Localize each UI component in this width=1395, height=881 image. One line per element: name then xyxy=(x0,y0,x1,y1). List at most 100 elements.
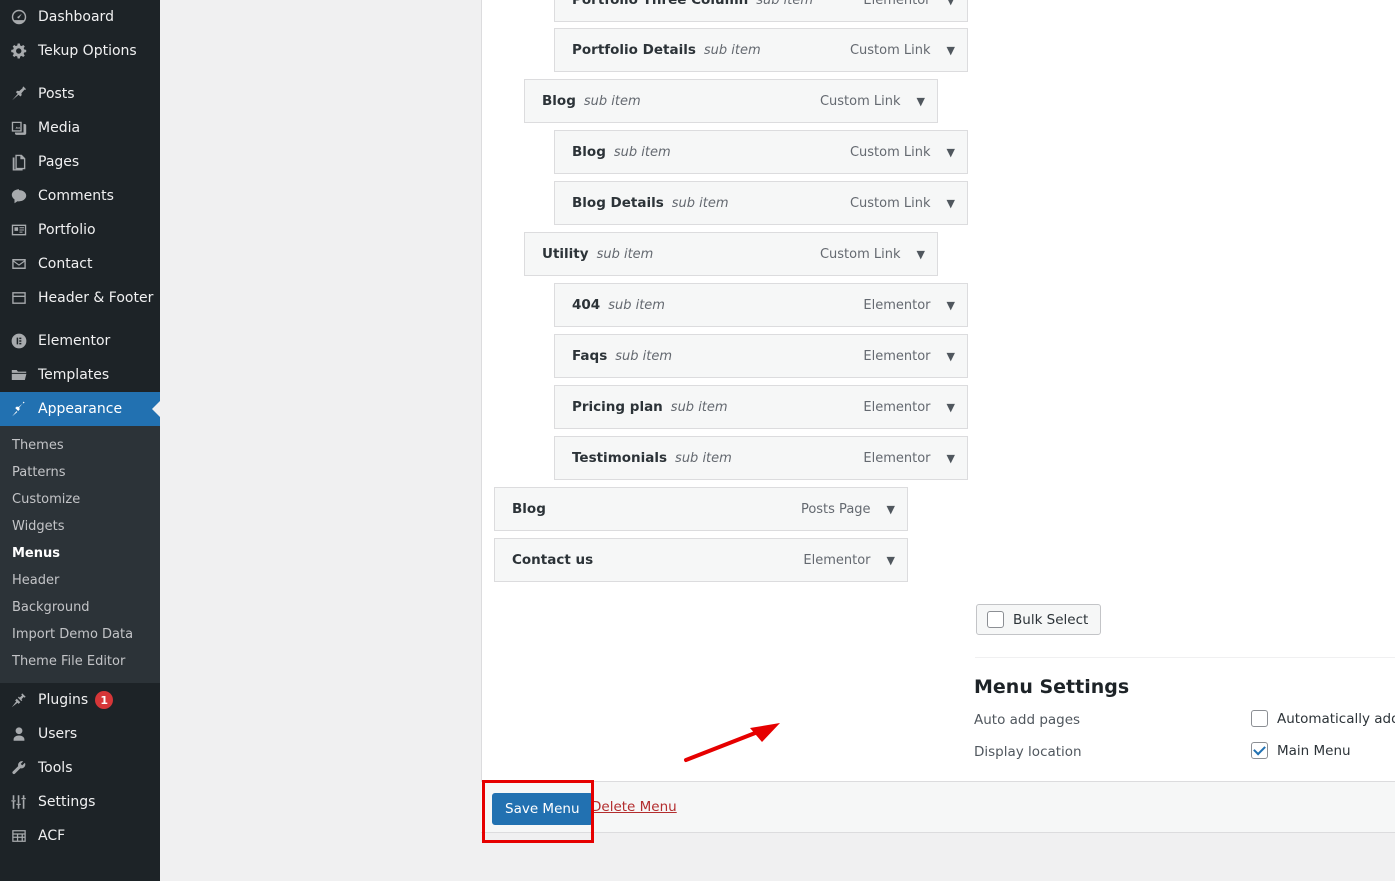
menu-item-title: Contact us xyxy=(512,552,594,568)
bulk-select-checkbox[interactable] xyxy=(987,611,1004,628)
sliders-icon xyxy=(10,792,34,812)
portfolio-icon xyxy=(10,220,34,240)
menu-item-row[interactable]: Blog sub item Custom Link ▼ xyxy=(524,79,938,123)
sidebar-item-tools[interactable]: Tools xyxy=(0,751,160,785)
display-location-option-label: Main Menu xyxy=(1277,742,1351,759)
layout-icon xyxy=(10,288,34,308)
admin-sidebar: Dashboard Tekup Options Posts Media Pages Com… xyxy=(0,0,160,881)
menu-item-meta: Elementor ▼ xyxy=(863,349,967,364)
menu-item-row[interactable]: Blog Details sub item Custom Link ▼ xyxy=(554,181,968,225)
sidebar-item-elementor[interactable]: Elementor xyxy=(0,324,160,358)
display-location-label: Display location xyxy=(974,744,1082,760)
sidebar-secondary-group: Plugins 1 Users Tools Settings ACF xyxy=(0,683,160,853)
folder-icon xyxy=(10,365,34,385)
sidebar-item-posts[interactable]: Posts xyxy=(0,77,160,111)
sidebar-item-label: Media xyxy=(38,120,81,136)
sidebar-item-appearance[interactable]: Appearance xyxy=(0,392,160,426)
user-icon xyxy=(10,724,34,744)
menu-item-sub-label: sub item xyxy=(596,246,654,262)
menu-item-type: Elementor xyxy=(863,0,931,8)
menu-settings-title: Menu Settings xyxy=(974,676,1130,698)
display-location-checkbox[interactable] xyxy=(1251,742,1268,759)
menu-item-sub-label: sub item xyxy=(583,93,641,109)
sidebar-item-dashboard[interactable]: Dashboard xyxy=(0,0,160,34)
submenu-item-patterns[interactable]: Patterns xyxy=(0,459,160,486)
sidebar-item-plugins[interactable]: Plugins 1 xyxy=(0,683,160,717)
pages-icon xyxy=(10,152,34,172)
menu-item-row[interactable]: Blog sub item Custom Link ▼ xyxy=(554,130,968,174)
sidebar-item-header-footer[interactable]: Header & Footer xyxy=(0,281,160,315)
admin-screen: Dashboard Tekup Options Posts Media Pages Com… xyxy=(0,0,1395,881)
chevron-down-icon[interactable]: ▼ xyxy=(947,45,955,56)
sidebar-item-comments[interactable]: Comments xyxy=(0,179,160,213)
submenu-item-menus[interactable]: Menus xyxy=(0,540,160,567)
bulk-select-button[interactable]: Bulk Select xyxy=(976,604,1102,635)
menu-item-title: Portfolio Details xyxy=(572,42,696,58)
chevron-down-icon[interactable]: ▼ xyxy=(947,147,955,158)
sidebar-item-label: Appearance xyxy=(38,401,123,417)
menu-item-type: Elementor xyxy=(863,450,931,466)
chevron-down-icon[interactable]: ▼ xyxy=(947,0,955,6)
menu-item-type: Custom Link xyxy=(819,246,901,262)
sidebar-item-acf[interactable]: ACF xyxy=(0,819,160,853)
chevron-down-icon[interactable]: ▼ xyxy=(887,555,895,566)
sidebar-item-label: Users xyxy=(38,726,78,742)
sidebar-item-label: Contact xyxy=(38,256,93,272)
menu-item-row[interactable]: 404 sub item Elementor ▼ xyxy=(554,283,968,327)
menu-item-row[interactable]: Portfolio Details sub item Custom Link ▼ xyxy=(554,28,968,72)
sidebar-item-label: Elementor xyxy=(38,333,111,349)
submenu-item-header[interactable]: Header xyxy=(0,567,160,594)
gear-icon xyxy=(10,41,34,61)
sidebar-item-pages[interactable]: Pages xyxy=(0,145,160,179)
sidebar-item-label: Tekup Options xyxy=(38,43,137,59)
auto-add-pages-option[interactable]: Automatically add new top-level pages to… xyxy=(1251,710,1395,727)
chevron-down-icon[interactable]: ▼ xyxy=(947,453,955,464)
sidebar-item-templates[interactable]: Templates xyxy=(0,358,160,392)
save-menu-button[interactable]: Save Menu xyxy=(492,793,593,825)
sidebar-item-settings[interactable]: Settings xyxy=(0,785,160,819)
menu-item-row[interactable]: Faqs sub item Elementor ▼ xyxy=(554,334,968,378)
sidebar-item-portfolio[interactable]: Portfolio xyxy=(0,213,160,247)
submenu-item-widgets[interactable]: Widgets xyxy=(0,513,160,540)
menu-item-meta: Elementor ▼ xyxy=(863,400,967,415)
sidebar-item-label: Comments xyxy=(38,188,114,204)
menu-item-type: Elementor xyxy=(863,297,931,313)
submenu-item-customize[interactable]: Customize xyxy=(0,486,160,513)
chevron-down-icon[interactable]: ▼ xyxy=(947,351,955,362)
chevron-down-icon[interactable]: ▼ xyxy=(917,249,925,260)
display-location-option[interactable]: Main Menu xyxy=(1251,742,1351,759)
sidebar-item-media[interactable]: Media xyxy=(0,111,160,145)
menu-item-type: Custom Link xyxy=(849,195,931,211)
elementor-icon xyxy=(10,331,34,351)
menu-item-row[interactable]: Pricing plan sub item Elementor ▼ xyxy=(554,385,968,429)
sidebar-item-tekup-options[interactable]: Tekup Options xyxy=(0,34,160,68)
menu-item-meta: Elementor ▼ xyxy=(863,0,967,8)
submenu-item-theme-file-editor[interactable]: Theme File Editor xyxy=(0,648,160,675)
chevron-down-icon[interactable]: ▼ xyxy=(947,402,955,413)
auto-add-pages-checkbox[interactable] xyxy=(1251,710,1268,727)
submenu-item-import-demo-data[interactable]: Import Demo Data xyxy=(0,621,160,648)
submenu-item-themes[interactable]: Themes xyxy=(0,432,160,459)
chevron-down-icon[interactable]: ▼ xyxy=(917,96,925,107)
menu-item-type: Custom Link xyxy=(849,144,931,160)
dashboard-icon xyxy=(10,7,34,27)
menu-item-sub-label: sub item xyxy=(671,195,729,211)
menu-item-meta: Custom Link ▼ xyxy=(850,43,967,58)
sidebar-separator xyxy=(0,68,160,77)
sidebar-item-users[interactable]: Users xyxy=(0,717,160,751)
brush-icon xyxy=(10,399,34,419)
menu-item-row[interactable]: Blog Posts Page ▼ xyxy=(494,487,908,531)
menu-item-row[interactable]: Portfolio Three Column sub item Elementor ▼ xyxy=(554,0,968,22)
chevron-down-icon[interactable]: ▼ xyxy=(947,300,955,311)
submenu-item-background[interactable]: Background xyxy=(0,594,160,621)
delete-menu-link[interactable]: Delete Menu xyxy=(591,799,677,815)
media-icon xyxy=(10,118,34,138)
menu-item-type: Custom Link xyxy=(849,42,931,58)
sidebar-item-contact[interactable]: Contact xyxy=(0,247,160,281)
menu-item-row[interactable]: Testimonials sub item Elementor ▼ xyxy=(554,436,968,480)
menu-item-row[interactable]: Utility sub item Custom Link ▼ xyxy=(524,232,938,276)
chevron-down-icon[interactable]: ▼ xyxy=(887,504,895,515)
menu-item-row[interactable]: Contact us Elementor ▼ xyxy=(494,538,908,582)
menu-item-title: Blog xyxy=(542,93,576,109)
chevron-down-icon[interactable]: ▼ xyxy=(947,198,955,209)
